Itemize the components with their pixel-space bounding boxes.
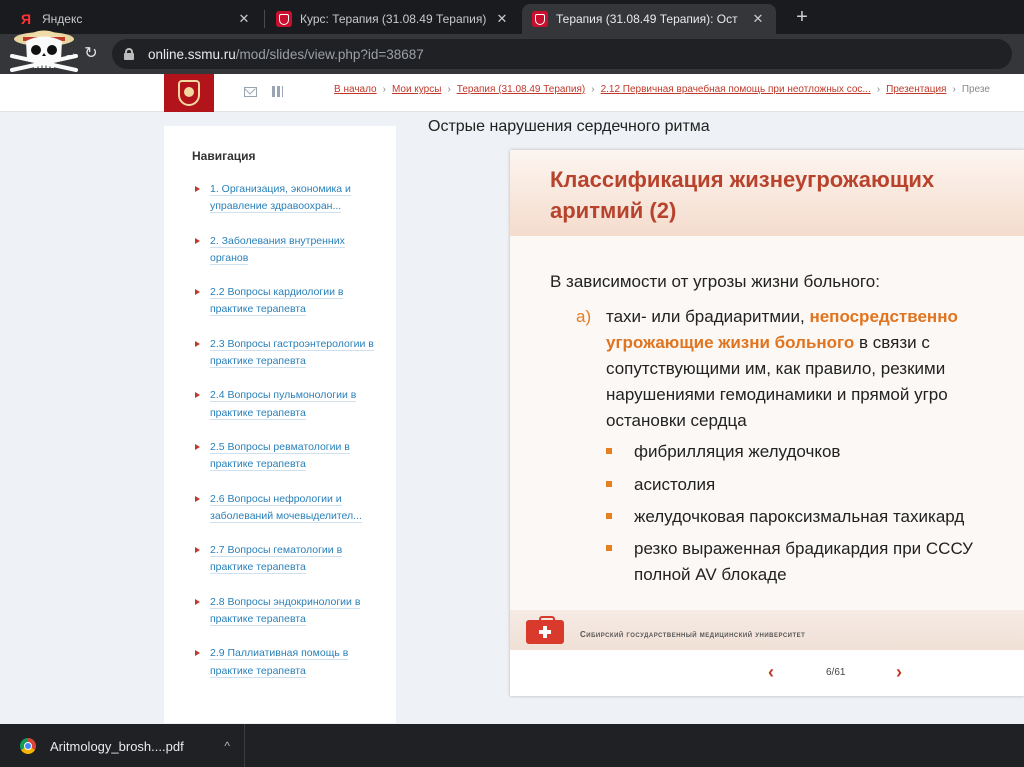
triangle-bullet-icon <box>195 443 200 450</box>
triangle-bullet-icon <box>195 650 200 657</box>
nav-item[interactable]: 2.5 Вопросы ревматологии в практике тера… <box>192 439 382 474</box>
slide-footer-org: Сибирский государственный медицинский ун… <box>580 630 806 639</box>
university-logo[interactable] <box>164 74 214 112</box>
nav-item[interactable]: 2.9 Паллиативная помощь в практике терап… <box>192 645 382 680</box>
close-tab-icon[interactable]: ✕ <box>236 11 252 27</box>
breadcrumb-home[interactable]: В начало <box>334 84 377 95</box>
slide-viewer: Классификация жизнеугрожающих аритмий (2… <box>510 150 1024 696</box>
triangle-bullet-icon <box>195 547 200 554</box>
triangle-bullet-icon <box>195 237 200 244</box>
calendar-grid-icon[interactable] <box>272 86 283 97</box>
page-title: Острые нарушения сердечного ритма <box>428 118 710 135</box>
nav-item[interactable]: 2.2 Вопросы кардиологии в практике терап… <box>192 284 382 319</box>
tab-strip: Я Яндекс ✕ Курс: Терапия (31.08.49 Терап… <box>0 0 1024 34</box>
nav-item[interactable]: 2.8 Вопросы эндокринологии в практике те… <box>192 594 382 629</box>
close-tab-icon[interactable]: ✕ <box>494 11 510 27</box>
square-bullet-icon <box>606 448 612 454</box>
skull-sticker-icon <box>10 30 78 72</box>
breadcrumb-section[interactable]: 2.12 Первичная врачебная помощь при неот… <box>601 84 871 95</box>
first-aid-kit-icon <box>526 616 564 644</box>
tab-course[interactable]: Курс: Терапия (31.08.49 Терапия) ✕ <box>266 4 520 34</box>
breadcrumb-current: Презе <box>961 84 990 95</box>
triangle-bullet-icon <box>195 289 200 296</box>
crest-icon <box>532 11 548 27</box>
nav-item[interactable]: 1. Организация, экономика и управление з… <box>192 181 382 216</box>
triangle-bullet-icon <box>195 186 200 192</box>
download-item[interactable]: Aritmology_brosh....pdf ^ <box>10 732 244 760</box>
breadcrumb-presentation[interactable]: Презентация <box>886 84 946 95</box>
download-bar: Aritmology_brosh....pdf ^ <box>0 724 1024 767</box>
next-slide-button[interactable]: › <box>896 662 902 683</box>
download-divider <box>244 724 245 767</box>
nav-item[interactable]: 2. Заболевания внутренних органов <box>192 233 382 268</box>
browser-toolbar: → ↻ online.ssmu.ru/mod/slides/view.php?i… <box>0 34 1024 74</box>
triangle-bullet-icon <box>195 340 200 347</box>
nav-item[interactable]: 2.7 Вопросы гематологии в практике терап… <box>192 542 382 577</box>
breadcrumb-course[interactable]: Терапия (31.08.49 Терапия) <box>457 84 585 95</box>
close-tab-icon[interactable]: ✕ <box>750 11 766 27</box>
slide-body: В зависимости от угрозы жизни больного: … <box>550 270 1024 584</box>
slide-footer: Сибирский государственный медицинский ун… <box>510 610 1024 650</box>
site-header: В начало › Мои курсы › Терапия (31.08.49 Тер… <box>0 74 1024 112</box>
breadcrumb-my-courses[interactable]: Мои курсы <box>392 84 442 95</box>
breadcrumb: В начало › Мои курсы › Терапия (31.08.49 Тер… <box>334 84 990 95</box>
navigation-list: 1. Организация, экономика и управление з… <box>192 181 382 697</box>
square-bullet-icon <box>606 545 612 551</box>
tab-divider <box>264 10 265 28</box>
triangle-bullet-icon <box>195 598 200 605</box>
reload-icon[interactable]: ↻ <box>80 43 102 65</box>
slide-header: Классификация жизнеугрожающих аритмий (2… <box>510 150 1024 236</box>
address-bar[interactable]: online.ssmu.ru/mod/slides/view.php?id=38… <box>112 39 1012 69</box>
nav-item[interactable]: 2.6 Вопросы нефрологии и заболеваний моч… <box>192 491 382 526</box>
square-bullet-icon <box>606 481 612 487</box>
chrome-icon <box>20 738 36 754</box>
triangle-bullet-icon <box>195 495 200 502</box>
mail-icon[interactable] <box>244 87 257 97</box>
slide: Классификация жизнеугрожающих аритмий (2… <box>510 150 1024 650</box>
slide-page-number: 6/61 <box>826 667 846 678</box>
nav-item[interactable]: 2.4 Вопросы пульмонологии в практике тер… <box>192 387 382 422</box>
nav-item[interactable]: 2.3 Вопросы гастроэнтерологии в практике… <box>192 336 382 371</box>
crest-logo-icon <box>178 80 200 106</box>
slide-pager: ‹ 6/61 › <box>510 650 1024 696</box>
navigation-block: Навигация 1. Организация, экономика и уп… <box>164 126 396 723</box>
download-filename: Aritmology_brosh....pdf <box>50 738 184 754</box>
url-text: online.ssmu.ru/mod/slides/view.php?id=38… <box>148 46 424 62</box>
slide-lead-text: В зависимости от угрозы жизни больного: <box>550 272 880 291</box>
navigation-heading: Навигация <box>192 149 256 163</box>
slide-title: Классификация жизнеугрожающих аритмий (2… <box>550 167 935 223</box>
new-tab-button[interactable]: + <box>790 6 814 30</box>
crest-icon <box>276 11 292 27</box>
prev-slide-button[interactable]: ‹ <box>768 662 774 683</box>
triangle-bullet-icon <box>195 392 200 399</box>
square-bullet-icon <box>606 513 612 519</box>
yandex-icon: Я <box>20 11 32 27</box>
lock-icon <box>124 48 134 60</box>
chevron-up-icon[interactable]: ^ <box>224 739 230 753</box>
tab-therapy-active[interactable]: Терапия (31.08.49 Терапия): Ост ✕ <box>522 4 776 34</box>
